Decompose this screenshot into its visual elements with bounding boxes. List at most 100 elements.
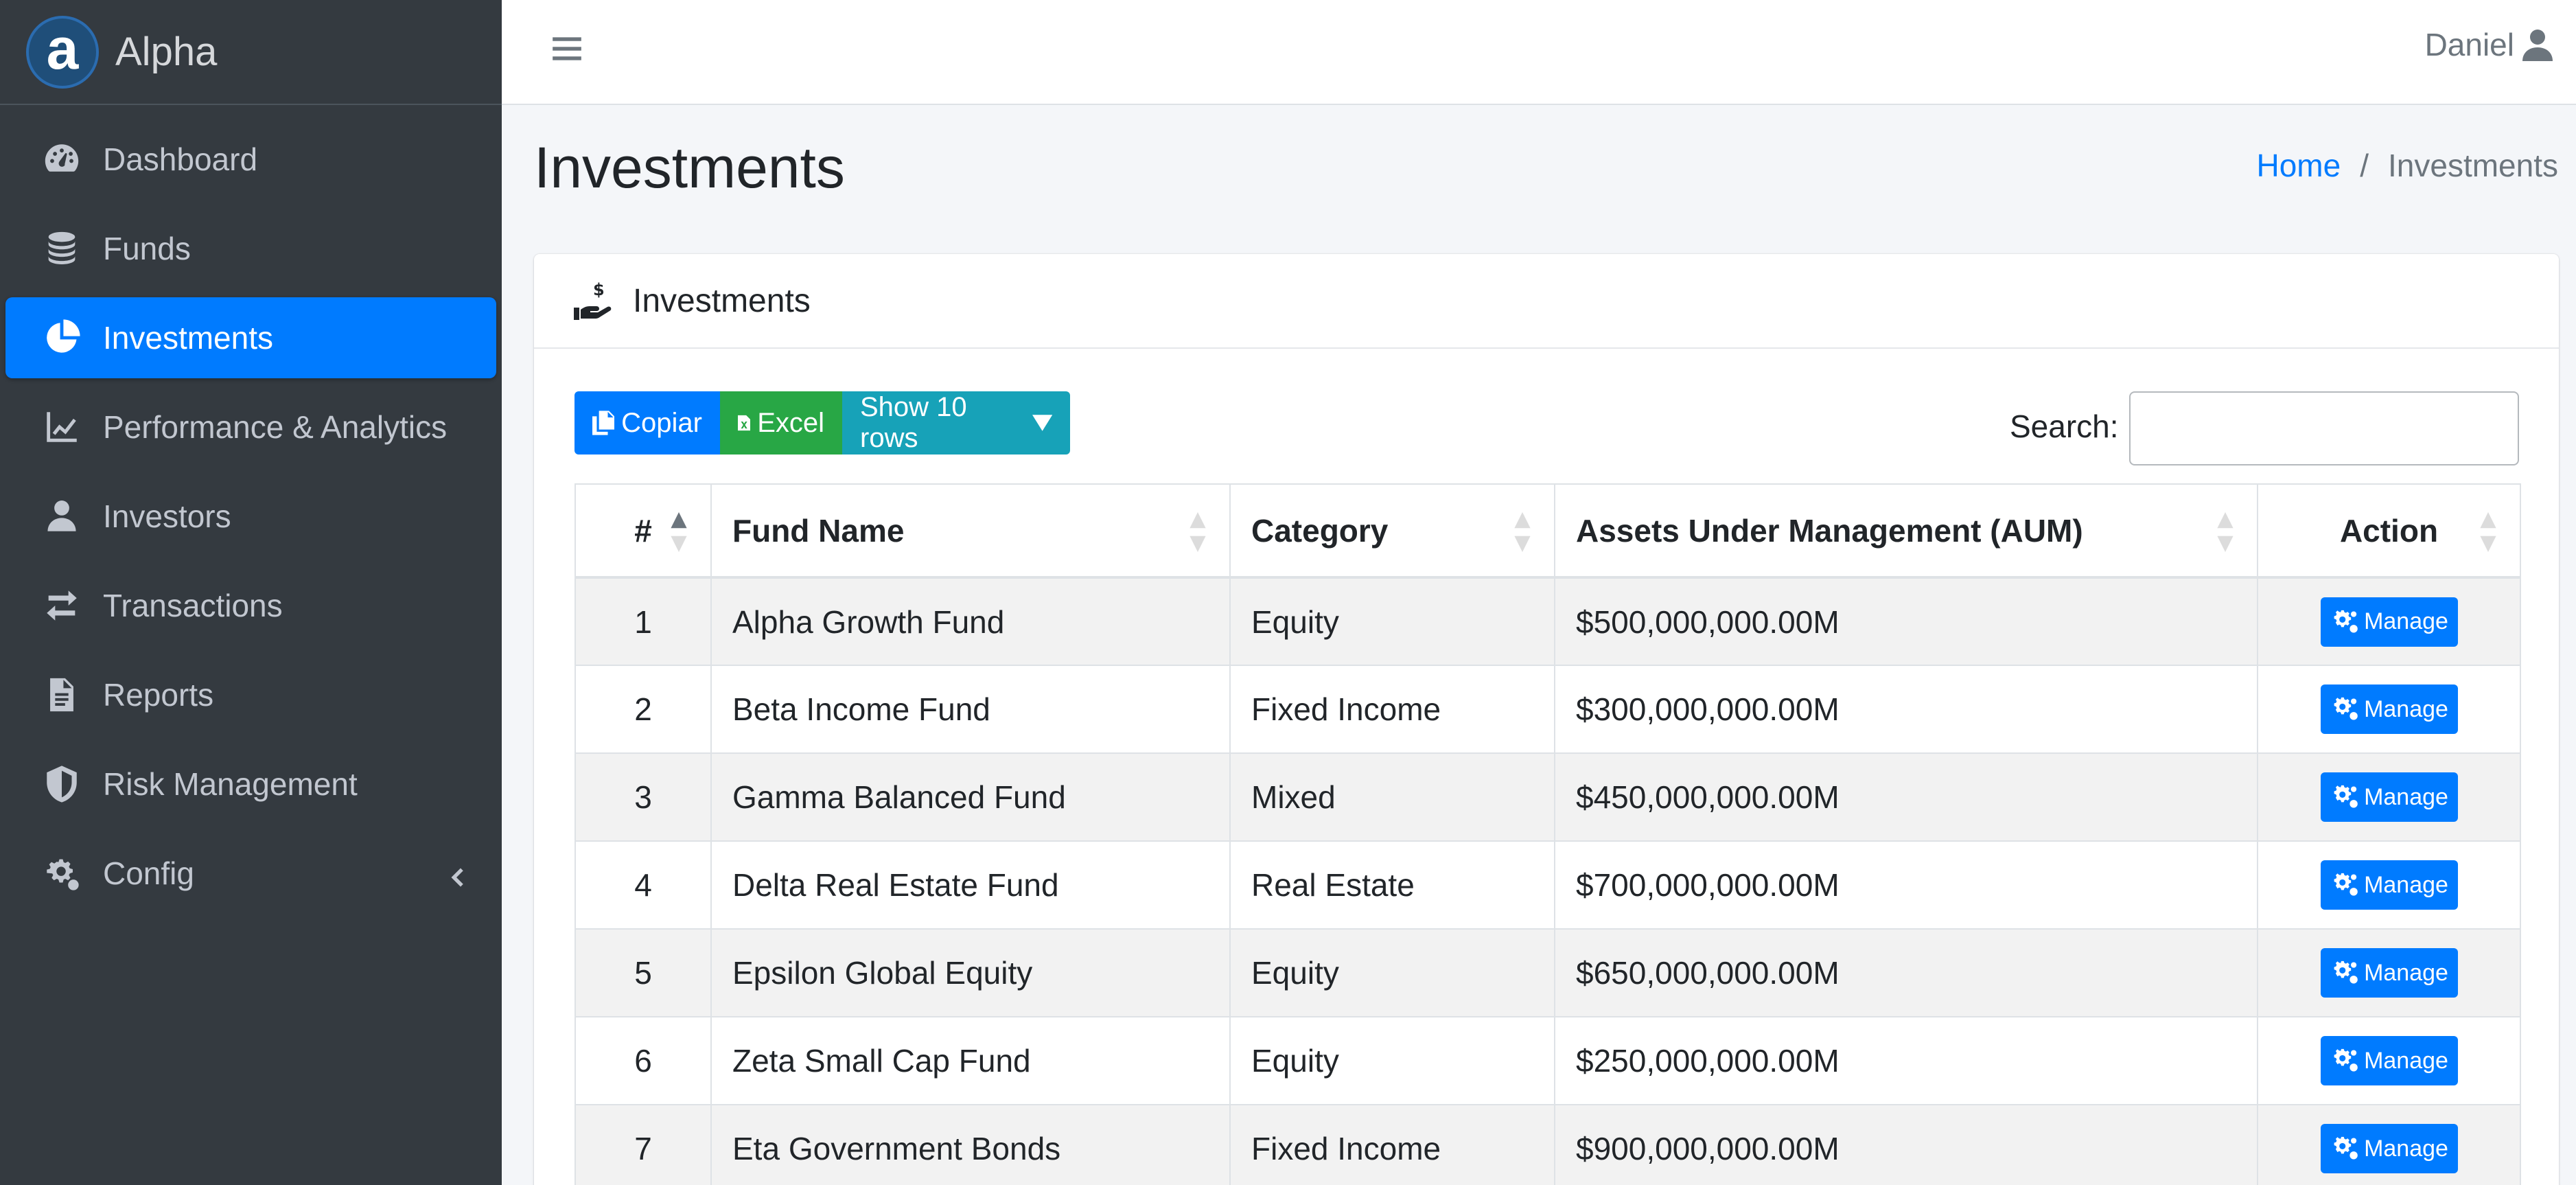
manage-button[interactable]: Manage [2320,597,2458,647]
column-header-label: Fund Name [732,512,905,549]
sidebar-item-label: Performance & Analytics [103,409,448,445]
cell-action: Manage [2257,752,2521,842]
user-name: Daniel [2424,27,2514,62]
manage-button-label: Manage [2364,1047,2448,1074]
sidebar: a Alpha Dashboard Funds Investments Perf… [0,0,502,1185]
cell-action: Manage [2257,1104,2521,1185]
gears-icon [2334,610,2358,633]
sidebar-item-funds[interactable]: Funds [5,208,496,289]
sidebar-item-label: Reports [103,677,214,713]
sidebar-item-risk-management[interactable]: Risk Management [5,744,496,825]
column-header-action[interactable]: Action [2257,483,2521,579]
manage-button[interactable]: Manage [2320,1124,2458,1173]
copy-icon [592,411,615,435]
exchange-icon [41,585,82,626]
table-row: 2 Beta Income Fund Fixed Income $300,000… [575,665,2521,754]
breadcrumb-current: Investments [2388,148,2558,183]
search-label: Search: [2010,409,2119,444]
investments-table: # Fund Name Category Assets Under Manage… [575,483,2521,1185]
cell-aum: $450,000,000.00M [1554,752,2258,842]
sidebar-item-config[interactable]: Config [5,833,496,914]
cell-action: Manage [2257,1016,2521,1105]
cell-fund-name: Epsilon Global Equity [710,928,1231,1017]
sidebar-item-label: Investors [103,498,231,534]
user-menu[interactable]: Daniel [2425,26,2553,63]
cell-aum: $900,000,000.00M [1554,1104,2258,1185]
breadcrumb-home-link[interactable]: Home [2257,147,2341,184]
sidebar-item-label: Config [103,855,194,891]
cell-category: Fixed Income [1229,665,1555,754]
gears-icon [2334,873,2358,896]
chevron-left-icon [444,860,469,887]
cell-fund-name: Gamma Balanced Fund [710,752,1231,842]
gears-icon [2334,697,2358,720]
coins-icon [41,228,82,269]
cell-number: 4 [575,840,712,930]
table-header-row: # Fund Name Category Assets Under Manage… [575,483,2521,579]
gears-icon [2334,1048,2358,1072]
show-rows-dropdown[interactable]: Show 10 rows [842,391,1070,455]
cell-number: 1 [575,577,712,666]
sidebar-item-label: Dashboard [103,141,258,177]
table-row: 1 Alpha Growth Fund Equity $500,000,000.… [575,577,2521,666]
manage-button[interactable]: Manage [2320,772,2458,822]
manage-button[interactable]: Manage [2320,860,2458,910]
cell-fund-name: Eta Government Bonds [710,1104,1231,1185]
table-row: 5 Epsilon Global Equity Equity $650,000,… [575,928,2521,1017]
shield-icon [41,763,82,805]
breadcrumb-separator: / [2360,148,2369,183]
sidebar-item-label: Funds [103,231,191,266]
cell-category: Mixed [1229,752,1555,842]
cell-category: Fixed Income [1229,1104,1555,1185]
sidebar-item-dashboard[interactable]: Dashboard [5,119,496,200]
pie-chart-icon [41,317,82,358]
column-header-fund-name[interactable]: Fund Name [710,483,1231,579]
cell-action: Manage [2257,665,2521,754]
excel-button[interactable]: Excel [720,391,842,455]
cell-aum: $500,000,000.00M [1554,577,2258,666]
manage-button-label: Manage [2364,695,2448,722]
table-toolbar: Copiar Excel Show 10 rows [575,391,1070,455]
top-navbar: Daniel [502,0,2576,105]
hamburger-menu-icon[interactable] [550,32,584,66]
manage-button-label: Manage [2364,783,2448,810]
manage-button-label: Manage [2364,608,2448,634]
excel-button-label: Excel [757,407,824,438]
sort-icon [1188,512,1207,552]
gears-icon [2334,1136,2358,1160]
cell-aum: $300,000,000.00M [1554,665,2258,754]
sidebar-item-reports[interactable]: Reports [5,654,496,735]
page-title: Investments [534,135,845,200]
sidebar-item-label: Investments [103,320,273,356]
cell-fund-name: Delta Real Estate Fund [710,840,1231,930]
column-header-aum[interactable]: Assets Under Management (AUM) [1554,483,2258,579]
gears-icon [2334,785,2358,808]
manage-button[interactable]: Manage [2320,948,2458,998]
manage-button-label: Manage [2364,1135,2448,1162]
brand-link[interactable]: a Alpha [0,0,502,105]
manage-button[interactable]: Manage [2320,684,2458,734]
cell-number: 6 [575,1016,712,1105]
column-header-label: Assets Under Management (AUM) [1576,512,2083,549]
search-input[interactable] [2129,391,2519,465]
sidebar-item-transactions[interactable]: Transactions [5,565,496,646]
hand-holding-dollar-icon: $ [574,280,612,320]
cell-fund-name: Zeta Small Cap Fund [710,1016,1231,1105]
cell-number: 7 [575,1104,712,1185]
breadcrumb: Home / Investments [2257,147,2559,184]
manage-button[interactable]: Manage [2320,1036,2458,1085]
file-excel-icon [738,415,751,431]
column-header-number[interactable]: # [575,483,712,579]
cell-action: Manage [2257,577,2521,666]
investments-table-wrapper: # Fund Name Category Assets Under Manage… [575,483,2521,1185]
sidebar-item-investors[interactable]: Investors [5,476,496,557]
cell-number: 2 [575,665,712,754]
copy-button[interactable]: Copiar [575,391,720,455]
sidebar-item-performance[interactable]: Performance & Analytics [5,387,496,468]
user-icon [2522,30,2553,61]
cell-fund-name: Beta Income Fund [710,665,1231,754]
column-header-category[interactable]: Category [1229,483,1555,579]
sort-icon [2216,512,2235,552]
sidebar-item-investments[interactable]: Investments [5,297,496,378]
card-header: $ Investments [534,254,2559,349]
